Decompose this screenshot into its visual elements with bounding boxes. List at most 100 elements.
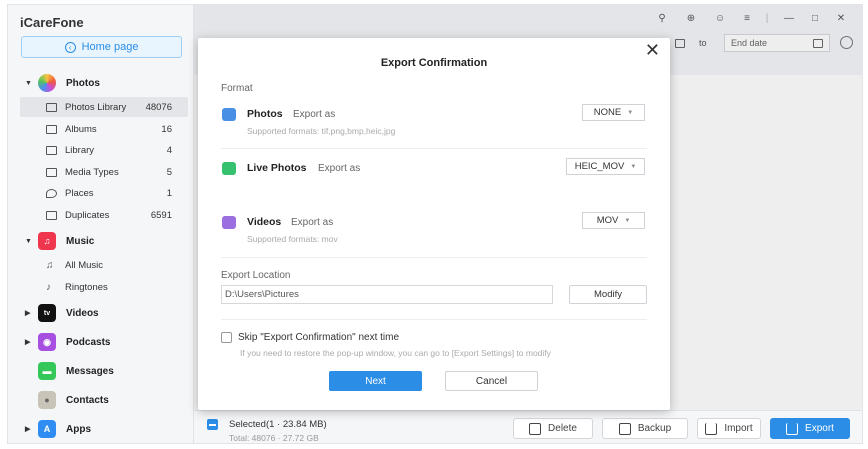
sidebar-group-label: Contacts [66, 394, 109, 406]
sidebar-group-label: Apps [66, 423, 91, 435]
sidebar-item-label: Duplicates [65, 209, 110, 221]
format-row-live-photos: Live Photos Export as HEIC_MOV ▼ [221, 158, 647, 182]
format-row-photos: Photos Export as Supported formats: tif,… [221, 104, 647, 138]
app-title: iCareFone [20, 15, 84, 30]
photos-app-icon [38, 74, 56, 92]
backup-icon [618, 422, 631, 435]
trash-icon [529, 422, 542, 435]
sidebar-group-messages[interactable]: ▬ Messages [8, 361, 194, 381]
bell-icon: ♪ [46, 281, 51, 293]
sidebar-item-label: Places [65, 187, 94, 199]
sidebar-group-label: Videos [66, 307, 99, 319]
sidebar-item-duplicates[interactable]: Duplicates 6591 [20, 205, 188, 225]
cancel-button[interactable]: Cancel [445, 371, 538, 391]
sidebar-item-places[interactable]: Places 1 [20, 183, 188, 203]
sidebar-item-label: Ringtones [65, 281, 108, 293]
divider [221, 257, 647, 258]
home-page-button[interactable]: ‹ Home page [21, 36, 182, 58]
modify-button[interactable]: Modify [569, 285, 647, 304]
chevron-down-icon: ▼ [630, 163, 637, 170]
sidebar-group-music[interactable]: ▼ ♫ Music [8, 231, 194, 251]
item-count: 16 [161, 123, 172, 135]
item-count: 5 [166, 166, 172, 178]
home-page-label: Home page [81, 41, 139, 53]
messages-app-icon: ▬ [38, 362, 56, 380]
sidebar-item-label: Albums [65, 123, 97, 135]
format-name: Photos [247, 108, 283, 120]
video-camera-icon [46, 167, 57, 177]
sidebar-item-label: Library [65, 144, 95, 156]
image-icon [46, 102, 57, 112]
supported-formats: Supported formats: tif,png,bmp,heic,jpg [247, 126, 396, 136]
sidebar-group-label: Podcasts [66, 336, 111, 348]
skip-confirmation-checkbox[interactable] [221, 332, 232, 343]
sidebar-group-label: Music [66, 235, 95, 247]
sidebar-item-label: Media Types [65, 166, 119, 178]
sidebar-item-label: Photos Library [65, 101, 127, 113]
divider [221, 148, 647, 149]
contacts-app-icon: ● [38, 391, 56, 409]
app-store-icon: A [38, 420, 56, 438]
caret-down-icon: ▼ [25, 79, 32, 87]
total-summary: Total: 48076 · 27.72 GB [229, 433, 319, 443]
skip-confirmation-label[interactable]: Skip "Export Confirmation" next time [238, 332, 399, 343]
image-icon [222, 108, 236, 121]
caret-right-icon: ▶ [25, 310, 31, 317]
export-as-label: Export as [291, 217, 334, 228]
format-section-label: Format [221, 83, 253, 94]
sidebar-item-photos-library[interactable]: Photos Library 48076 [20, 97, 188, 117]
export-confirmation-dialog: ✕ Export Confirmation Format Photos Expo… [198, 38, 670, 410]
live-photos-format-select[interactable]: HEIC_MOV ▼ [566, 158, 645, 175]
sidebar-item-media-types[interactable]: Media Types 5 [20, 162, 188, 182]
skip-confirmation-hint: If you need to restore the pop-up window… [240, 348, 551, 358]
delete-button[interactable]: Delete [513, 418, 593, 439]
item-count: 1 [166, 187, 172, 199]
format-row-videos: Videos Export as Supported formats: mov … [221, 212, 647, 246]
sidebar-item-ringtones[interactable]: ♪ Ringtones [20, 277, 188, 297]
sidebar-group-contacts[interactable]: ● Contacts [8, 390, 194, 410]
export-button[interactable]: Export [770, 418, 850, 439]
caret-right-icon: ▶ [25, 426, 31, 433]
export-location-label: Export Location [221, 270, 291, 281]
sidebar: iCareFone ‹ Home page ▼ Photos Photos Li… [8, 5, 194, 443]
item-count: 48076 [145, 101, 172, 113]
sidebar-group-label: Photos [66, 77, 100, 89]
sidebar-item-label: All Music [65, 259, 104, 271]
export-location-input[interactable]: D:\Users\Pictures [221, 285, 553, 304]
back-arrow-icon: ‹ [64, 41, 76, 53]
music-app-icon: ♫ [38, 232, 56, 250]
format-name: Videos [247, 216, 282, 228]
sidebar-group-photos[interactable]: ▼ Photos [8, 73, 194, 93]
library-icon [46, 145, 57, 155]
caret-right-icon: ▶ [25, 339, 31, 346]
import-button[interactable]: Import [697, 418, 761, 439]
sidebar-item-all-music[interactable]: ♫ All Music [20, 255, 188, 275]
import-icon [705, 422, 718, 435]
sidebar-group-apps[interactable]: ▶ A Apps [8, 419, 194, 439]
select-all-checkbox[interactable] [207, 419, 218, 430]
next-button[interactable]: Next [329, 371, 422, 391]
sidebar-group-videos[interactable]: ▶ tv Videos [8, 303, 194, 323]
supported-formats: Supported formats: mov [247, 234, 338, 244]
sidebar-item-library[interactable]: Library 4 [20, 140, 188, 160]
divider [221, 319, 647, 320]
sidebar-item-albums[interactable]: Albums 16 [20, 119, 188, 139]
album-icon [46, 124, 57, 134]
tv-app-icon: tv [38, 304, 56, 322]
export-as-label: Export as [318, 163, 361, 174]
photos-format-select[interactable]: NONE ▼ [582, 104, 645, 121]
selected-summary: Selected(1 · 23.84 MB) [229, 419, 327, 430]
location-pin-icon [46, 188, 57, 198]
bottom-action-bar: Selected(1 · 23.84 MB) Total: 48076 · 27… [194, 410, 862, 443]
music-note-icon: ♫ [46, 259, 54, 271]
video-icon [222, 216, 236, 229]
backup-button[interactable]: Backup [602, 418, 688, 439]
caret-down-icon: ▼ [25, 237, 32, 245]
export-icon [786, 422, 799, 435]
videos-format-select[interactable]: MOV ▼ [582, 212, 645, 229]
sidebar-group-podcasts[interactable]: ▶ ◉ Podcasts [8, 332, 194, 352]
duplicates-icon [46, 210, 57, 220]
podcasts-app-icon: ◉ [38, 333, 56, 351]
live-photo-icon [222, 162, 236, 175]
item-count: 4 [166, 144, 172, 156]
